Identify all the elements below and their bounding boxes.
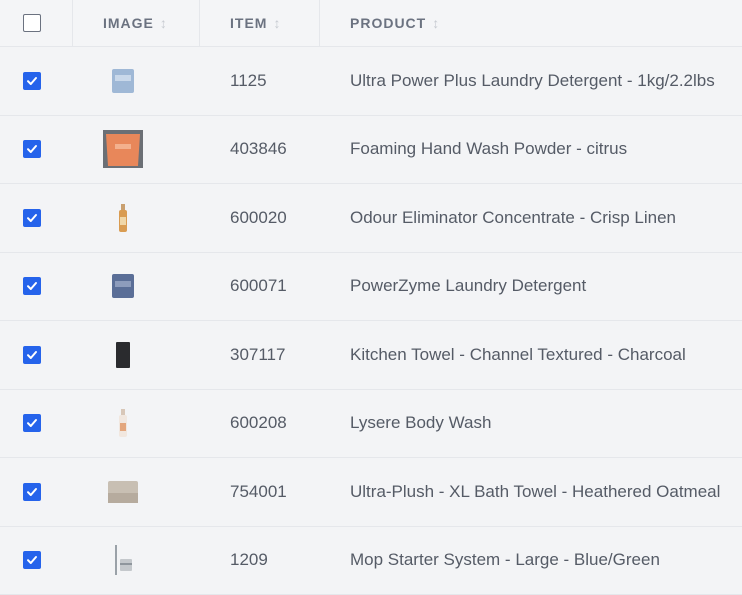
column-label-item: ITEM xyxy=(230,15,267,31)
product-thumbnail[interactable] xyxy=(103,335,143,375)
check-icon xyxy=(26,75,38,87)
item-number: 1209 xyxy=(230,550,268,570)
item-cell: 1209 xyxy=(200,527,320,595)
product-cell: Lysere Body Wash xyxy=(320,390,742,458)
item-number: 600020 xyxy=(230,208,287,228)
row-select-cell xyxy=(0,527,73,595)
check-icon xyxy=(26,417,38,429)
row-checkbox[interactable] xyxy=(23,140,41,158)
product-thumbnail[interactable] xyxy=(103,129,143,169)
row-select-cell xyxy=(0,47,73,115)
product-name[interactable]: Ultra Power Plus Laundry Detergent - 1kg… xyxy=(350,71,715,91)
product-name[interactable]: Ultra-Plush - XL Bath Towel - Heathered … xyxy=(350,482,720,502)
item-number: 307117 xyxy=(230,345,285,365)
image-cell xyxy=(73,321,200,389)
row-select-cell xyxy=(0,116,73,184)
item-number: 600208 xyxy=(230,413,287,433)
product-cell: Ultra-Plush - XL Bath Towel - Heathered … xyxy=(320,458,742,526)
item-cell: 600208 xyxy=(200,390,320,458)
row-checkbox[interactable] xyxy=(23,277,41,295)
row-select-cell xyxy=(0,390,73,458)
product-thumbnail[interactable] xyxy=(103,403,143,443)
item-cell: 600020 xyxy=(200,184,320,252)
item-cell: 307117 xyxy=(200,321,320,389)
product-name[interactable]: Lysere Body Wash xyxy=(350,413,491,433)
check-icon xyxy=(26,212,38,224)
product-name[interactable]: Mop Starter System - Large - Blue/Green xyxy=(350,550,660,570)
product-thumbnail[interactable] xyxy=(103,266,143,306)
table-row[interactable]: 307117 Kitchen Towel - Channel Textured -… xyxy=(0,321,742,390)
check-icon xyxy=(26,143,38,155)
column-label-product: PRODUCT xyxy=(350,15,426,31)
product-name[interactable]: Odour Eliminator Concentrate - Crisp Lin… xyxy=(350,208,676,228)
row-select-cell xyxy=(0,184,73,252)
item-cell: 403846 xyxy=(200,116,320,184)
row-select-cell xyxy=(0,253,73,321)
product-name[interactable]: Kitchen Towel - Channel Textured - Charc… xyxy=(350,345,686,365)
item-cell: 1125 xyxy=(200,47,320,115)
product-thumbnail[interactable] xyxy=(103,61,143,101)
product-cell: PowerZyme Laundry Detergent xyxy=(320,253,742,321)
column-header-item[interactable]: ITEM ↕ xyxy=(200,0,320,46)
row-checkbox[interactable] xyxy=(23,483,41,501)
image-cell xyxy=(73,253,200,321)
product-name[interactable]: Foaming Hand Wash Powder - citrus xyxy=(350,139,627,159)
product-name[interactable]: PowerZyme Laundry Detergent xyxy=(350,276,586,296)
product-cell: Kitchen Towel - Channel Textured - Charc… xyxy=(320,321,742,389)
table-row[interactable]: 600208 Lysere Body Wash xyxy=(0,390,742,459)
image-cell xyxy=(73,184,200,252)
image-cell xyxy=(73,527,200,595)
product-cell: Ultra Power Plus Laundry Detergent - 1kg… xyxy=(320,47,742,115)
table-row[interactable]: 403846 Foaming Hand Wash Powder - citrus xyxy=(0,116,742,185)
sort-icon[interactable]: ↕ xyxy=(273,15,280,31)
table-row[interactable]: 600020 Odour Eliminator Concentrate - Cri… xyxy=(0,184,742,253)
row-checkbox[interactable] xyxy=(23,551,41,569)
sort-icon[interactable]: ↕ xyxy=(160,15,167,31)
item-cell: 600071 xyxy=(200,253,320,321)
check-icon xyxy=(26,486,38,498)
item-number: 754001 xyxy=(230,482,287,502)
product-cell: Foaming Hand Wash Powder - citrus xyxy=(320,116,742,184)
row-checkbox[interactable] xyxy=(23,72,41,90)
item-number: 600071 xyxy=(230,276,287,296)
column-header-image[interactable]: IMAGE ↕ xyxy=(73,0,200,46)
select-all-cell xyxy=(0,0,73,46)
row-checkbox[interactable] xyxy=(23,209,41,227)
item-number: 1125 xyxy=(230,71,267,91)
product-cell: Odour Eliminator Concentrate - Crisp Lin… xyxy=(320,184,742,252)
check-icon xyxy=(26,280,38,292)
image-cell xyxy=(73,458,200,526)
check-icon xyxy=(26,554,38,566)
check-icon xyxy=(26,349,38,361)
table-row[interactable]: 600071 PowerZyme Laundry Detergent xyxy=(0,253,742,322)
product-cell: Mop Starter System - Large - Blue/Green xyxy=(320,527,742,595)
item-cell: 754001 xyxy=(200,458,320,526)
row-checkbox[interactable] xyxy=(23,346,41,364)
table-row[interactable]: 754001 Ultra-Plush - XL Bath Towel - Heat… xyxy=(0,458,742,527)
column-header-product[interactable]: PRODUCT ↕ xyxy=(320,0,742,46)
table-row[interactable]: 1125 Ultra Power Plus Laundry Detergent -… xyxy=(0,47,742,116)
product-thumbnail[interactable] xyxy=(103,472,143,512)
row-checkbox[interactable] xyxy=(23,414,41,432)
image-cell xyxy=(73,47,200,115)
product-thumbnail[interactable] xyxy=(103,198,143,238)
item-number: 403846 xyxy=(230,139,287,159)
select-all-checkbox[interactable] xyxy=(23,14,41,32)
row-select-cell xyxy=(0,458,73,526)
image-cell xyxy=(73,390,200,458)
product-table: IMAGE ↕ ITEM ↕ PRODUCT ↕ 1125 Ultra Power… xyxy=(0,0,742,595)
image-cell xyxy=(73,116,200,184)
column-label-image: IMAGE xyxy=(103,15,154,31)
row-select-cell xyxy=(0,321,73,389)
table-body: 1125 Ultra Power Plus Laundry Detergent -… xyxy=(0,47,742,595)
table-row[interactable]: 1209 Mop Starter System - Large - Blue/Gr… xyxy=(0,527,742,595)
table-header: IMAGE ↕ ITEM ↕ PRODUCT ↕ xyxy=(0,0,742,47)
sort-icon[interactable]: ↕ xyxy=(432,15,439,31)
product-thumbnail[interactable] xyxy=(103,540,143,580)
